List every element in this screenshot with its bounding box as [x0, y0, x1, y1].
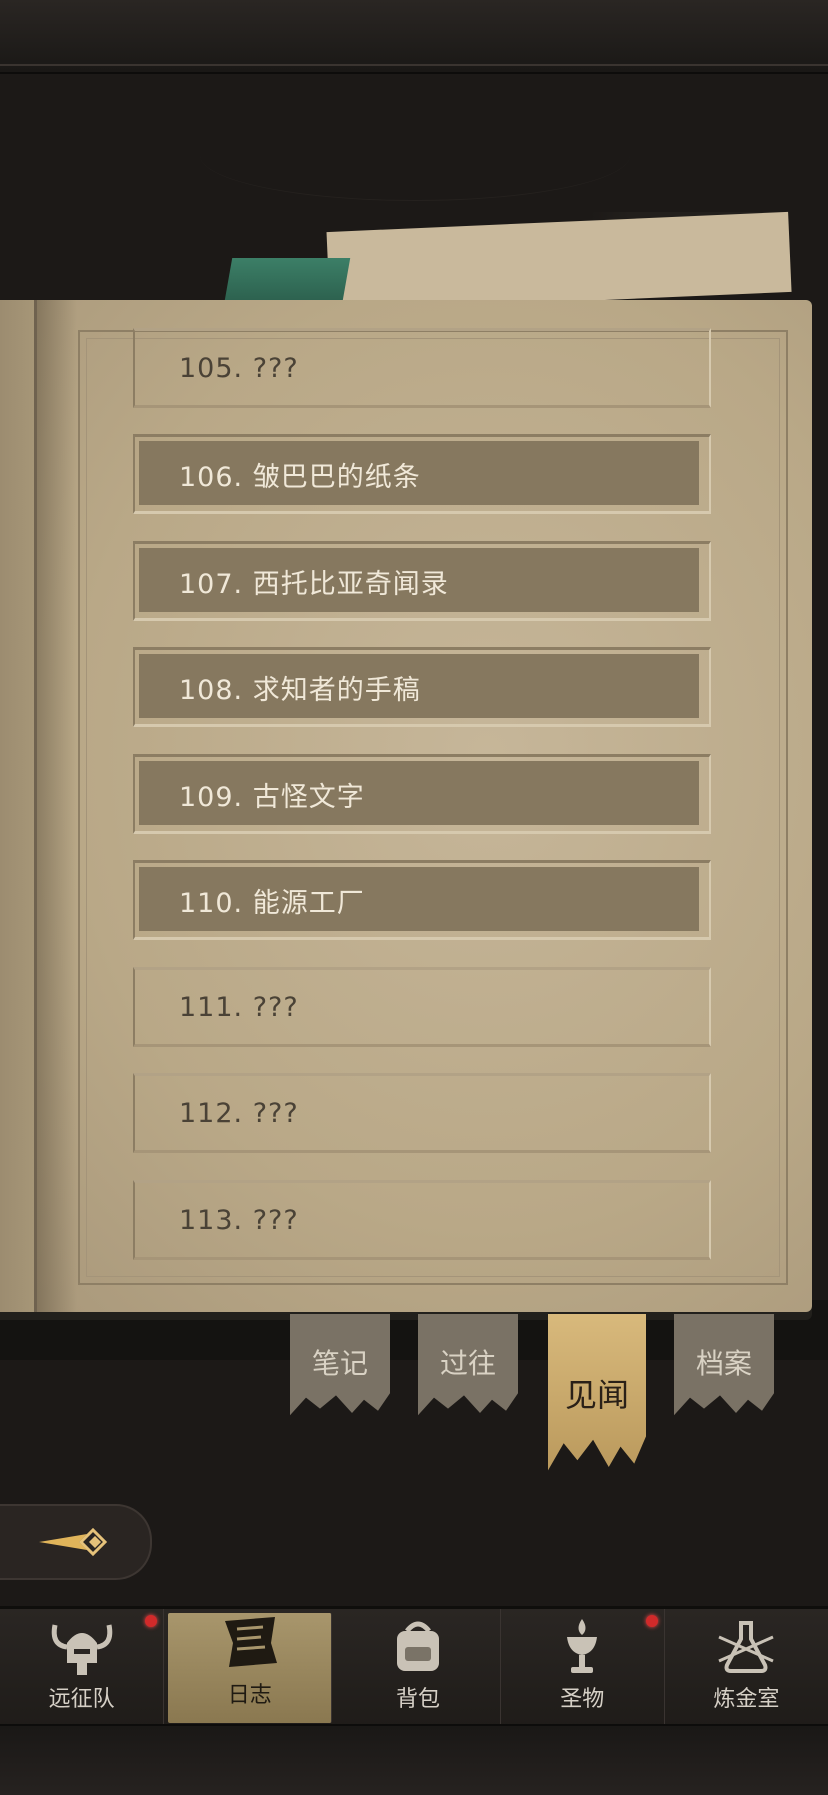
entry-label: 111. ???	[179, 991, 299, 1023]
entry-label: 107. 西托比亚奇闻录	[179, 568, 449, 600]
journal-entry[interactable]: 109. 古怪文字	[133, 754, 711, 834]
tab-notes[interactable]: 笔记	[290, 1314, 390, 1416]
journal-entry[interactable]: 111. ???	[133, 967, 711, 1047]
journal-entry[interactable]: 110. 能源工厂	[133, 860, 711, 940]
nav-alchemy[interactable]: 炼金室	[665, 1609, 828, 1727]
notification-dot	[645, 1615, 658, 1627]
notification-dot	[145, 1615, 158, 1627]
tab-label: 过往	[439, 1347, 496, 1380]
horned-helmet-icon	[47, 1617, 117, 1677]
nav-label: 日志	[227, 1683, 272, 1708]
back-arrow-icon	[39, 1527, 108, 1557]
top-frame	[0, 0, 828, 74]
nav-backpack[interactable]: 背包	[336, 1609, 501, 1727]
left-page-edge	[0, 300, 37, 1312]
tab-label: 见闻	[564, 1376, 629, 1414]
entry-label: 110. 能源工厂	[179, 887, 365, 919]
tab-archive[interactable]: 档案	[674, 1314, 774, 1416]
spine-shadow	[37, 300, 77, 1312]
tab-sightings[interactable]: 见闻	[548, 1314, 646, 1471]
entry-label: 108. 求知者的手稿	[179, 674, 421, 706]
back-button[interactable]	[0, 1504, 152, 1580]
alchemy-icon	[711, 1617, 781, 1677]
bottom-frame	[0, 1724, 828, 1795]
tab-past[interactable]: 过往	[418, 1314, 518, 1416]
journal-entry[interactable]: 106. 皱巴巴的纸条	[133, 434, 711, 514]
nav-label: 远征队	[48, 1687, 115, 1712]
journal-flag-icon	[215, 1613, 285, 1673]
nav-label: 炼金室	[713, 1687, 780, 1712]
entry-label: 113. ???	[179, 1204, 299, 1236]
back-page-edge	[326, 211, 792, 312]
decorative-ornament	[200, 110, 630, 201]
chalice-icon	[547, 1617, 617, 1677]
journal-entry[interactable]: 107. 西托比亚奇闻录	[133, 541, 711, 621]
tab-label: 笔记	[311, 1347, 368, 1380]
nav-label: 圣物	[560, 1687, 605, 1712]
journal-entry[interactable]: 105. ???	[133, 328, 711, 408]
nav-label: 背包	[396, 1687, 441, 1712]
nav-relics[interactable]: 圣物	[501, 1609, 665, 1727]
entry-label: 105. ???	[179, 352, 299, 384]
bookmark-ribbon	[223, 258, 351, 306]
journal-entry[interactable]: 113. ???	[133, 1180, 711, 1260]
nav-expedition[interactable]: 远征队	[0, 1609, 165, 1727]
entry-label: 106. 皱巴巴的纸条	[179, 461, 421, 493]
journal-entry[interactable]: 112. ???	[133, 1073, 711, 1153]
bottom-nav: 远征队 日志 背包 圣物 炼金室	[0, 1606, 828, 1727]
entry-label: 109. 古怪文字	[179, 781, 365, 813]
backpack-icon	[383, 1617, 453, 1677]
journal-entry[interactable]: 108. 求知者的手稿	[133, 647, 711, 727]
entry-label: 112. ???	[179, 1097, 299, 1129]
nav-journal[interactable]: 日志	[168, 1613, 333, 1723]
tab-label: 档案	[695, 1347, 752, 1380]
